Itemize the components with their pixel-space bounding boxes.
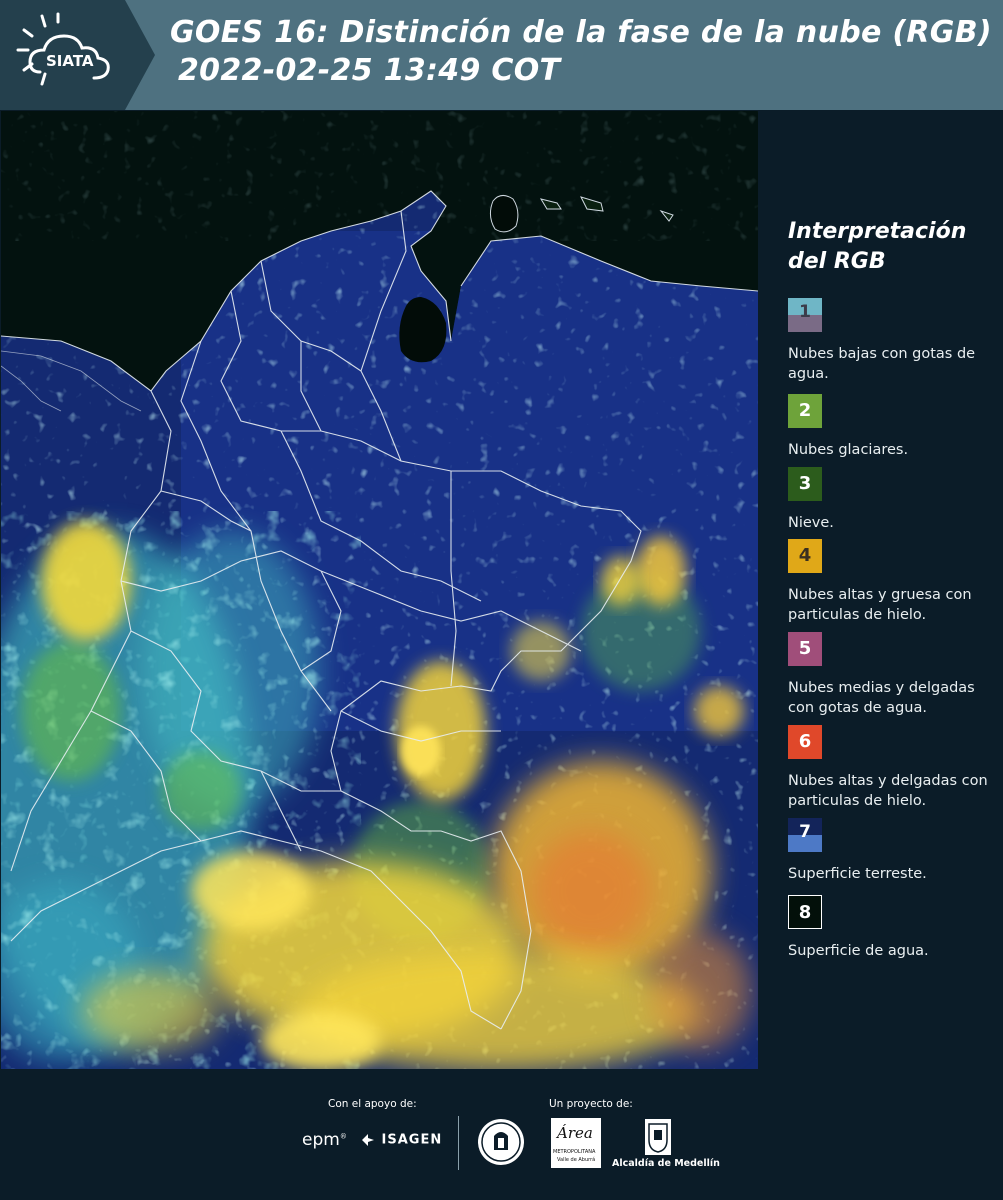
isagen-logo: ISAGEN [360, 1132, 442, 1148]
siata-logo: SIATA [0, 0, 155, 110]
legend-number-1: 1 [799, 302, 811, 322]
alcaldia-label: Alcaldía de Medellín [612, 1158, 720, 1169]
footer-divider [458, 1116, 459, 1170]
epm-logo: epm® [302, 1130, 347, 1150]
legend-swatch-6: 6 [788, 725, 822, 759]
legend-label-1: Nubes bajas con gotas de agua. [788, 346, 976, 382]
support-label: Con el apoyo de: [328, 1098, 417, 1110]
legend-swatch-1: 1 [788, 298, 822, 332]
legend-label-6: Nubes altas y delgadas con particulas de… [788, 773, 988, 809]
legend-swatch-5: 5 [788, 632, 822, 666]
legend-swatch-8: 8 [788, 895, 822, 929]
legend-swatch-2: 2 [788, 394, 822, 428]
area-logo-text: Área [557, 1124, 593, 1142]
legend-label-7: Superficie terreste. [788, 866, 927, 882]
legend-swatch-7: 7 [788, 818, 822, 852]
satellite-map [1, 111, 758, 1069]
footer: Con el apoyo de: Un proyecto de: epm® IS… [0, 1070, 1003, 1200]
legend-panel: Interpretación del RGB 1 Nubes bajas con… [760, 111, 1003, 1069]
legend-title: Interpretación del RGB [788, 217, 988, 277]
legend-swatch-4: 4 [788, 539, 822, 573]
page-title: GOES 16: Distinción de la fase de la nub… [170, 14, 992, 90]
legend-label-3: Nieve. [788, 515, 834, 531]
project-label: Un proyecto de: [549, 1098, 633, 1110]
epm-logo-text: epm [302, 1130, 340, 1150]
legend-swatch-3: 3 [788, 467, 822, 501]
legend-title-line-2: del RGB [788, 249, 886, 274]
alcaldia-shield-icon [645, 1119, 671, 1155]
area-logo-subtext-1: METROPOLITANA [553, 1149, 596, 1155]
logo-text: SIATA [46, 52, 94, 70]
isagen-icon [362, 1134, 374, 1146]
isagen-logo-text: ISAGEN [381, 1132, 443, 1148]
area-logo-subtext-2: Valle de Aburrá [557, 1157, 596, 1163]
university-seal-logo [478, 1119, 524, 1165]
header-bar: SIATA GOES 16: Distinción de la fase de … [0, 0, 1003, 110]
legend-label-8: Superficie de agua. [788, 943, 929, 959]
title-line-2: 2022-02-25 13:49 COT [178, 53, 561, 88]
legend-label-5: Nubes medias y delgadas con gotas de agu… [788, 680, 975, 716]
legend-label-2: Nubes glaciares. [788, 442, 909, 458]
legend-title-line-1: Interpretación [788, 219, 967, 244]
legend-number-7: 7 [799, 822, 811, 842]
area-metropolitana-logo: Área METROPOLITANA Valle de Aburrá [551, 1118, 601, 1168]
legend-label-4: Nubes altas y gruesa con particulas de h… [788, 587, 972, 623]
title-line-1: GOES 16: Distinción de la fase de la nub… [170, 15, 992, 50]
